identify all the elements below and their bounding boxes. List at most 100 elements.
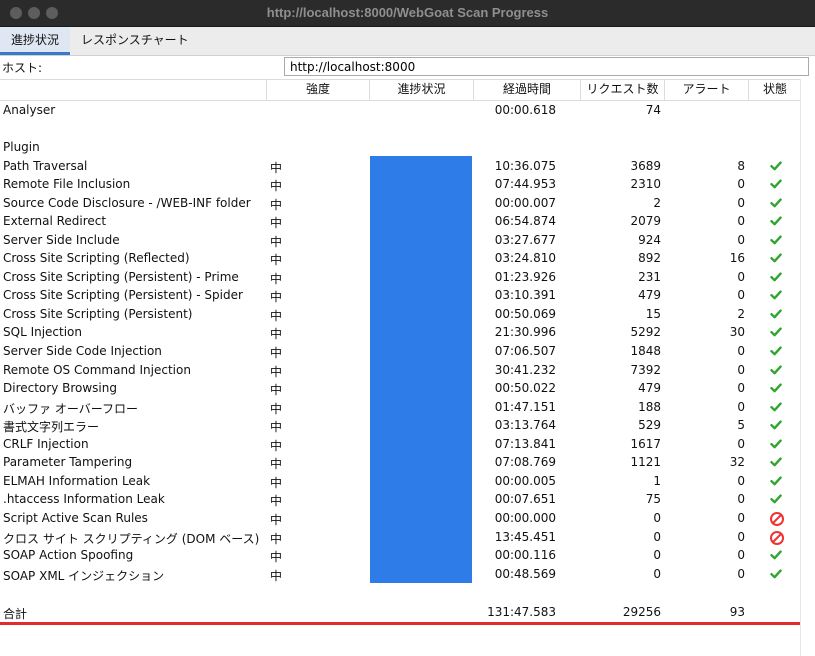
plugin-requests: 529	[638, 418, 661, 433]
plugin-requests: 3689	[630, 158, 661, 173]
plugin-requests: 479	[638, 381, 661, 396]
plugin-name: Path Traversal	[3, 158, 88, 173]
check-icon	[770, 160, 790, 174]
plugin-requests: 0	[653, 529, 661, 544]
table-row-analyser[interactable]: Analyser 00:00.618 74	[0, 101, 800, 120]
total-divider	[0, 622, 800, 625]
check-icon	[770, 289, 790, 303]
row-requests: 74	[645, 103, 661, 117]
plugin-elapsed: 03:10.391	[494, 288, 556, 303]
plugin-name: Cross Site Scripting (Persistent) - Spid…	[3, 288, 243, 303]
column-header-progress[interactable]: 進捗状況	[369, 80, 473, 100]
column-header-state[interactable]: 状態	[748, 80, 801, 100]
tab-bar: 進捗状況 レスポンスチャート	[0, 27, 815, 56]
plugin-elapsed: 00:00.000	[494, 510, 556, 525]
plugin-alerts: 0	[737, 510, 745, 525]
plugin-elapsed: 00:00.007	[494, 195, 556, 210]
plugin-name: Script Active Scan Rules	[3, 510, 148, 525]
plugin-alerts: 0	[737, 566, 745, 581]
plugin-requests: 15	[645, 306, 661, 321]
plugin-elapsed: 01:47.151	[494, 399, 556, 414]
plugin-requests: 0	[653, 566, 661, 581]
plugin-requests: 2	[653, 195, 661, 210]
plugin-elapsed: 21:30.996	[494, 325, 556, 340]
column-header-requests[interactable]: リクエスト数	[580, 80, 664, 100]
plugin-name: Cross Site Scripting (Persistent)	[3, 306, 193, 321]
plugin-elapsed: 30:41.232	[494, 362, 556, 377]
plugin-alerts: 0	[737, 473, 745, 488]
plugin-elapsed: 13:45.451	[494, 529, 556, 544]
plugin-alerts: 8	[737, 158, 745, 173]
plugin-name: Cross Site Scripting (Reflected)	[3, 251, 190, 266]
plugin-strength: 中	[270, 494, 283, 509]
plugin-strength: 中	[270, 475, 283, 490]
plugin-alerts: 0	[737, 381, 745, 396]
plugin-name: クロス サイト スクリプティング (DOM ベース)	[3, 531, 260, 546]
plugin-strength: 中	[270, 271, 283, 286]
plugin-elapsed: 00:00.116	[494, 548, 556, 563]
plugin-strength: 中	[270, 216, 283, 231]
progress-bar	[370, 156, 472, 583]
plugin-requests: 5292	[630, 325, 661, 340]
total-alerts: 93	[729, 605, 745, 619]
title-bar: http://localhost:8000/WebGoat Scan Progr…	[0, 0, 815, 27]
plugin-alerts: 0	[737, 214, 745, 229]
check-icon	[770, 456, 790, 470]
vertical-scrollbar[interactable]	[800, 79, 815, 656]
plugin-requests: 231	[638, 269, 661, 284]
plugin-requests: 1	[653, 473, 661, 488]
plugin-strength: 中	[270, 253, 283, 268]
plugin-alerts: 30	[729, 325, 745, 340]
plugin-elapsed: 00:48.569	[494, 566, 556, 581]
check-icon	[770, 438, 790, 452]
plugin-strength: 中	[270, 346, 283, 360]
plugin-alerts: 0	[737, 492, 745, 507]
plugin-name: Server Side Include	[3, 232, 120, 247]
row-elapsed: 00:00.618	[494, 103, 556, 117]
check-icon	[770, 401, 790, 415]
plugin-alerts: 16	[729, 251, 745, 266]
plugin-alerts: 0	[737, 436, 745, 451]
plugin-alerts: 0	[737, 529, 745, 544]
column-header-alerts[interactable]: アラート	[664, 80, 748, 100]
plugin-elapsed: 00:00.005	[494, 473, 556, 488]
host-row: ホスト:	[0, 56, 815, 78]
plugin-elapsed: 06:54.874	[494, 214, 556, 229]
plugin-requests: 479	[638, 288, 661, 303]
plugin-strength: 中	[270, 420, 283, 435]
plugin-elapsed: 07:08.769	[494, 455, 556, 470]
plugin-alerts: 0	[737, 269, 745, 284]
plugin-strength: 中	[270, 327, 283, 342]
plugin-name: SOAP Action Spoofing	[3, 548, 134, 563]
check-icon	[770, 345, 790, 359]
check-icon	[770, 308, 790, 322]
host-field[interactable]	[284, 57, 809, 76]
plugin-strength: 中	[270, 550, 283, 565]
tab-response-chart[interactable]: レスポンスチャート	[70, 27, 200, 53]
tab-progress[interactable]: 進捗状況	[0, 27, 71, 55]
plugin-name: 書式文字列エラー	[3, 420, 100, 435]
plugin-elapsed: 07:13.841	[494, 436, 556, 451]
plugin-name: Cross Site Scripting (Persistent) - Prim…	[3, 269, 239, 284]
plugin-strength: 中	[270, 234, 283, 249]
plugin-name: ELMAH Information Leak	[3, 473, 151, 488]
column-header-strength[interactable]: 強度	[266, 80, 369, 100]
plugin-name: Source Code Disclosure - /WEB-INF folder	[3, 195, 251, 210]
plugin-requests: 7392	[630, 362, 661, 377]
plugin-strength: 中	[270, 308, 283, 323]
plugin-elapsed: 00:50.069	[494, 306, 556, 321]
check-icon	[770, 475, 790, 489]
plugin-name: Parameter Tampering	[3, 455, 133, 470]
plugin-requests: 892	[638, 251, 661, 266]
plugin-elapsed: 07:44.953	[494, 177, 556, 192]
plugin-requests: 1617	[630, 436, 661, 451]
plugin-alerts: 0	[737, 344, 745, 358]
check-icon	[770, 382, 790, 396]
plugin-name: External Redirect	[3, 214, 107, 229]
plugin-requests: 1121	[630, 455, 661, 470]
plugin-elapsed: 00:07.651	[494, 492, 556, 507]
total-elapsed: 131:47.583	[487, 605, 556, 619]
column-header-elapsed[interactable]: 経過時間	[473, 80, 580, 100]
plugin-strength: 中	[270, 438, 283, 453]
stop-icon	[770, 530, 790, 545]
